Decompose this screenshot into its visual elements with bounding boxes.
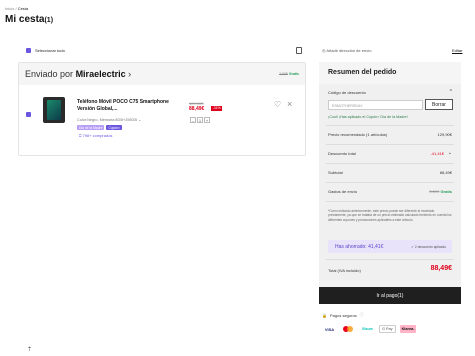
quantity-stepper: – 1 + <box>190 117 210 123</box>
quantity-value[interactable]: 1 <box>197 117 203 123</box>
discount-code-input[interactable]: ESMOTHERSDAY <box>328 100 423 110</box>
select-all[interactable]: Seleccionar todo <box>26 48 65 53</box>
divider <box>326 259 454 260</box>
product-image[interactable] <box>43 97 65 123</box>
purchases-text: 798+ comprados <box>82 133 113 138</box>
mastercard-icon <box>341 325 356 333</box>
price-disclaimer: *Como indicado anteriormente, este preci… <box>328 209 452 222</box>
divider <box>326 163 454 164</box>
discount-badge: -31% <box>211 106 223 111</box>
total-value: 88,49€ <box>430 265 452 272</box>
total-discount-label: Descuento total <box>328 151 356 156</box>
summary-title: Resumen del pedido <box>328 69 397 76</box>
savings-amount: Has ahorrado: 41,41€ <box>335 244 384 250</box>
savings-detail[interactable]: ✓ 2 descuento aplicado <box>411 245 446 249</box>
edit-address-link[interactable]: Editar <box>452 48 462 53</box>
seller-group-card: Enviado por Miraelectric › 3,89€ Gratis … <box>18 62 306 156</box>
seller-shipping-old: 3,89€ <box>279 72 288 76</box>
breadcrumb-home[interactable]: Inicio <box>5 6 14 11</box>
seller-shipping-cost: 3,89€ Gratis <box>279 72 299 76</box>
subtotal-label: Subtotal <box>328 170 343 175</box>
promo-tag: Día de la Madre <box>77 125 105 130</box>
recommended-price-label: Precio recomendado (1 artículos) <box>328 132 388 137</box>
chevron-up-icon[interactable]: ^ <box>450 89 452 95</box>
discount-code-label[interactable]: Código de descuento <box>328 90 366 95</box>
page-title-text: Mi cesta <box>5 14 45 25</box>
secure-payments: 🔒 Pagos seguros ⓘ <box>322 312 364 318</box>
shipper-label[interactable]: Enviado por Miraelectric › <box>25 69 131 79</box>
shipping-cost-label: Gastos de envío <box>328 189 358 194</box>
close-icon[interactable]: × <box>287 99 292 109</box>
lock-icon: 🔒 <box>322 312 327 318</box>
decrease-button[interactable]: – <box>190 117 196 123</box>
shipping-cost-old: 3,89€ <box>429 189 440 194</box>
chevron-right-icon: › <box>128 69 132 79</box>
shipper-prefix: Enviado por <box>25 69 74 79</box>
divider <box>326 125 454 126</box>
total-label: Total (IVA incluido) <box>328 268 361 273</box>
product-tags: Día de la Madre Cupón× <box>77 125 123 130</box>
address-label: Añadir dirección de envío <box>326 48 372 53</box>
divider <box>326 144 454 145</box>
heart-icon[interactable]: ♡ <box>274 100 281 109</box>
purchases-count: ⎕ 798+ comprados <box>79 133 112 138</box>
coupon-tag: Cupón× <box>106 125 123 130</box>
visa-icon: VISA <box>324 326 335 332</box>
seller-header: Enviado por Miraelectric › 3,89€ Gratis <box>19 63 305 85</box>
trash-icon[interactable] <box>296 47 302 54</box>
divider <box>326 201 454 202</box>
bizum-icon: Bizum <box>362 327 373 331</box>
shipping-address[interactable]: ◎ Añadir dirección de envío <box>322 48 372 53</box>
info-icon[interactable]: ⓘ <box>360 312 364 318</box>
order-summary: Resumen del pedido Código de descuento ^… <box>319 62 461 289</box>
shipper-name[interactable]: Miraelectric <box>76 69 126 79</box>
total-discount-value: -41,41€ <box>430 151 444 156</box>
coupon-applied-message: ¡Cool! ¡Has aplicado el Cupón> Día de la… <box>328 115 408 119</box>
select-all-label: Seleccionar todo <box>35 48 65 53</box>
savings-banner[interactable]: Has ahorrado: 41,41€ ✓ 2 descuento aplic… <box>328 240 452 253</box>
secure-payments-label: Pagos seguros <box>329 312 357 318</box>
subtotal-value: 88,49€ <box>439 170 452 175</box>
google-pay-icon: G Pay <box>379 325 396 333</box>
breadcrumb: Inicio / Cesta <box>5 6 28 11</box>
cart-count: (1) <box>44 17 54 24</box>
product-name[interactable]: Teléfono Móvil POCO C75 Smartphone Versi… <box>77 99 172 112</box>
select-all-checkbox[interactable] <box>26 48 31 53</box>
recommended-price-value: 129,90€ <box>437 132 452 137</box>
arrow-up-icon[interactable]: ⇡ <box>27 346 32 353</box>
item-checkbox[interactable] <box>26 112 31 117</box>
payment-methods: VISA Bizum G Pay Klarna. <box>322 325 417 333</box>
chevron-down-icon[interactable]: ⌄ <box>448 150 452 156</box>
increase-button[interactable]: + <box>204 117 210 123</box>
remove-code-button[interactable]: Borrar <box>425 99 453 110</box>
sale-price: 88,49€ <box>189 106 205 112</box>
klarna-icon: Klarna. <box>399 325 417 333</box>
page-title: Mi cesta(1) <box>5 14 53 25</box>
breadcrumb-current: Cesta <box>17 6 29 11</box>
product-variant[interactable]: Color:Negro, Memoria:8GB+256GB ⌄ <box>77 117 141 122</box>
divider <box>326 182 454 183</box>
shipping-cost-free: Gratis <box>440 189 452 194</box>
shipping-cost-value: 3,89€ Gratis <box>429 189 452 194</box>
seller-shipping-free: Gratis <box>288 72 299 76</box>
checkout-button[interactable]: Ir al pago(1) <box>319 287 461 304</box>
